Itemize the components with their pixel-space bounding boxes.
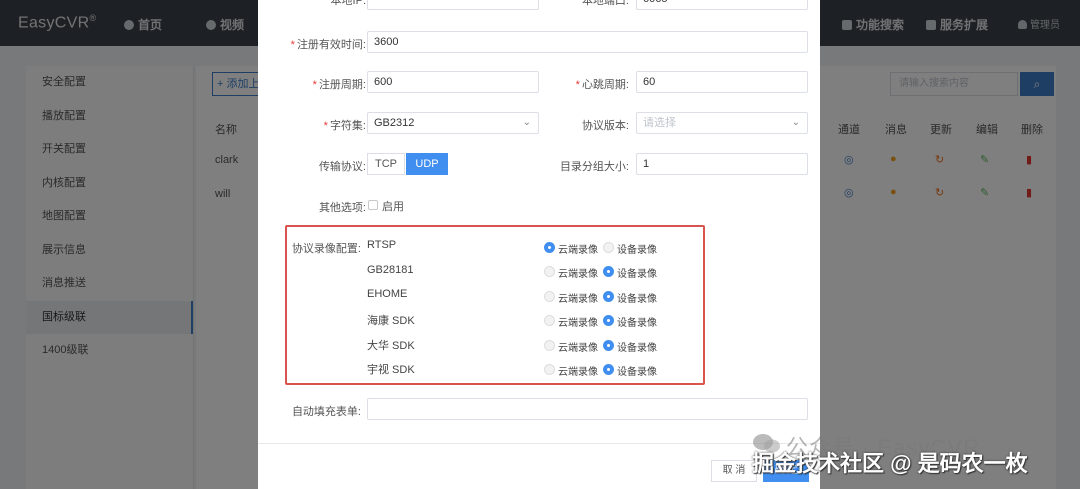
dahua-device-radio[interactable] [603,340,614,351]
recording-config-label: 协议录像配置: [291,243,361,255]
gb28181-device-radio[interactable] [603,266,614,277]
catalog-group-label: 目录分组大小: [559,161,629,173]
dialog-footer-divider [258,443,820,444]
protocol-version-label: 协议版本: [581,120,629,132]
rtsp-cloud-radio[interactable] [544,242,555,253]
radio-label: 设备录像 [617,245,657,256]
hikvision-device-radio[interactable] [603,315,614,326]
protocol-name: 大华 SDK [367,340,415,352]
radio-label: 设备录像 [617,343,657,354]
cancel-button[interactable]: 取 消 [711,460,757,482]
protocol-name: 海康 SDK [367,315,415,327]
radio-label: 设备录像 [617,318,657,329]
reg-valid-input[interactable]: 3600 [367,31,808,53]
hikvision-cloud-radio[interactable] [544,315,555,326]
heartbeat-input[interactable]: 60 [636,71,808,93]
uniview-cloud-radio[interactable] [544,364,555,375]
protocol-name: EHOME [367,288,408,300]
radio-label: 云端录像 [558,245,598,256]
ehome-device-radio[interactable] [603,291,614,302]
reg-period-input[interactable]: 600 [367,71,539,93]
radio-label: 云端录像 [558,269,598,280]
chevron-down-icon: ⌄ [522,117,531,128]
uniview-device-radio[interactable] [603,364,614,375]
charset-label: * 字符集: [323,120,366,132]
radio-label: 云端录像 [558,343,598,354]
radio-label: 云端录像 [558,367,598,378]
local-port-label: 本地端口: [581,0,629,7]
autofill-input[interactable] [367,398,808,420]
protocol-version-select[interactable]: 请选择 ⌄ [636,112,808,134]
catalog-group-input[interactable]: 1 [636,153,808,175]
local-ip-input[interactable] [367,0,539,10]
transport-tcp-button[interactable]: TCP [367,153,405,175]
enable-checkbox[interactable] [368,200,378,210]
transport-udp-button[interactable]: UDP [406,153,448,175]
autofill-label: 自动填充表单: [291,406,361,418]
rtsp-device-radio[interactable] [603,242,614,253]
watermark-source: 掘金技术社区 @ 是码农一枚 [752,451,1028,476]
chevron-down-icon: ⌄ [791,117,800,128]
radio-label: 设备录像 [617,269,657,280]
transport-label: 传输协议: [318,161,366,173]
radio-label: 云端录像 [558,318,598,329]
reg-valid-label: * 注册有效时间: [290,39,366,51]
radio-label: 设备录像 [617,367,657,378]
cascade-edit-dialog: 本地IP: 本地端口: 6065 *注册有效时间: 3600 *注册周期: 60… [258,0,820,489]
other-options-label: 其他选项: [318,202,366,214]
local-ip-label: 本地IP: [330,0,366,7]
dahua-cloud-radio[interactable] [544,340,555,351]
heartbeat-label: * 心跳周期: [575,79,629,91]
local-port-input[interactable]: 6065 [636,0,808,10]
radio-label: 云端录像 [558,294,598,305]
enable-checkbox-label: 启用 [382,201,404,213]
gb28181-cloud-radio[interactable] [544,266,555,277]
protocol-name: 宇视 SDK [367,364,415,376]
radio-label: 设备录像 [617,294,657,305]
charset-select[interactable]: GB2312 ⌄ [367,112,539,134]
protocol-name: GB28181 [367,264,414,276]
ehome-cloud-radio[interactable] [544,291,555,302]
reg-period-label: * 注册周期: [312,79,366,91]
protocol-name: RTSP [367,239,397,251]
